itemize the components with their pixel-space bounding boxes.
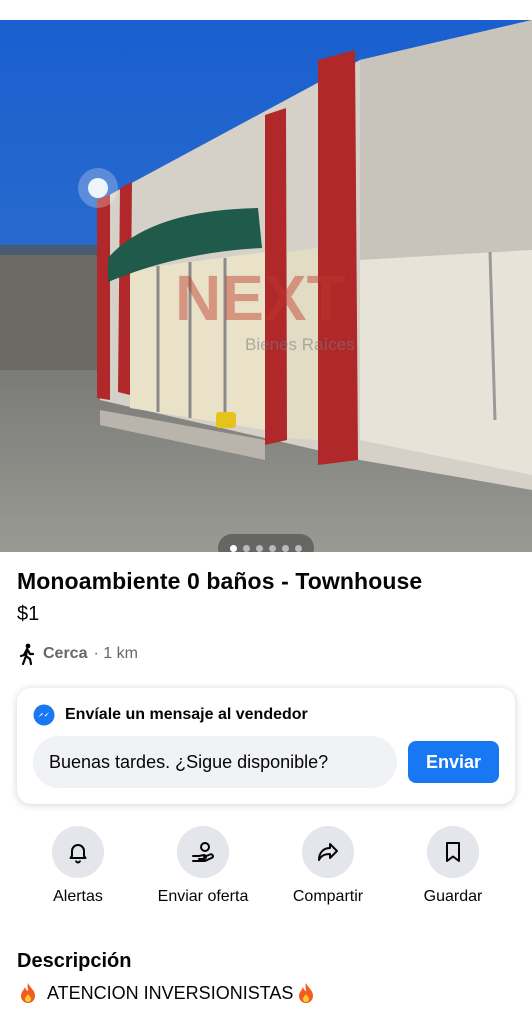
listing-location[interactable]: Cerca · 1 km	[17, 643, 138, 665]
alerts-icon-circle[interactable]	[52, 826, 104, 878]
send-offer-button[interactable]: Enviar oferta	[143, 826, 263, 906]
watermark-logo: NEXT	[175, 262, 346, 334]
listing-title: Monoambiente 0 baños - Townhouse	[17, 568, 423, 594]
share-icon	[318, 843, 338, 861]
send-offer-label: Enviar oferta	[157, 888, 249, 905]
save-button[interactable]: Guardar	[393, 826, 513, 906]
save-icon-circle[interactable]	[427, 826, 479, 878]
description-title: Descripción	[17, 950, 132, 972]
fire-emoji-icon	[299, 983, 314, 1003]
status-bar-area	[0, 0, 532, 20]
pagination-dot[interactable]	[282, 544, 289, 552]
location-label: Cerca	[43, 645, 88, 662]
location-distance: · 1 km	[93, 645, 138, 662]
photo-pagination-dots[interactable]	[218, 534, 314, 552]
alerts-label: Alertas	[53, 888, 103, 905]
pagination-dot[interactable]	[269, 544, 276, 552]
message-seller-card: Envíale un mensaje al vendedor Enviar	[17, 688, 515, 804]
save-label: Guardar	[423, 888, 483, 905]
offer-icon	[192, 842, 214, 862]
walking-person-icon	[19, 643, 35, 665]
send-button[interactable]: Enviar	[408, 741, 499, 783]
listing-photo[interactable]: NEXT Bienes Raíces	[0, 20, 532, 552]
watermark-subtitle: Bienes Raíces	[245, 335, 355, 354]
messenger-icon	[33, 704, 55, 726]
listing-actions: Alertas Enviar oferta Compartir Guardar	[0, 826, 532, 916]
fire-emoji-icon	[21, 983, 35, 1003]
pagination-dot[interactable]	[295, 544, 302, 552]
bookmark-icon	[446, 842, 460, 862]
description-text: ATENCION INVERSIONISTAS	[17, 982, 317, 1004]
pagination-dot[interactable]	[256, 544, 263, 552]
building-photo: NEXT Bienes Raíces	[0, 20, 532, 552]
share-label: Compartir	[292, 888, 364, 905]
message-input[interactable]	[33, 736, 397, 788]
share-icon-circle[interactable]	[302, 826, 354, 878]
pagination-dot[interactable]	[230, 544, 237, 552]
send-offer-icon-circle[interactable]	[177, 826, 229, 878]
listing-price: $1	[17, 603, 40, 625]
description-line: ATENCION INVERSIONISTAS	[47, 982, 294, 1003]
message-card-header: Envíale un mensaje al vendedor	[33, 704, 308, 726]
share-button[interactable]: Compartir	[268, 826, 388, 906]
pagination-dot[interactable]	[243, 544, 250, 552]
alerts-button[interactable]: Alertas	[18, 826, 138, 906]
bell-icon	[69, 844, 87, 864]
message-card-title: Envíale un mensaje al vendedor	[65, 706, 308, 723]
